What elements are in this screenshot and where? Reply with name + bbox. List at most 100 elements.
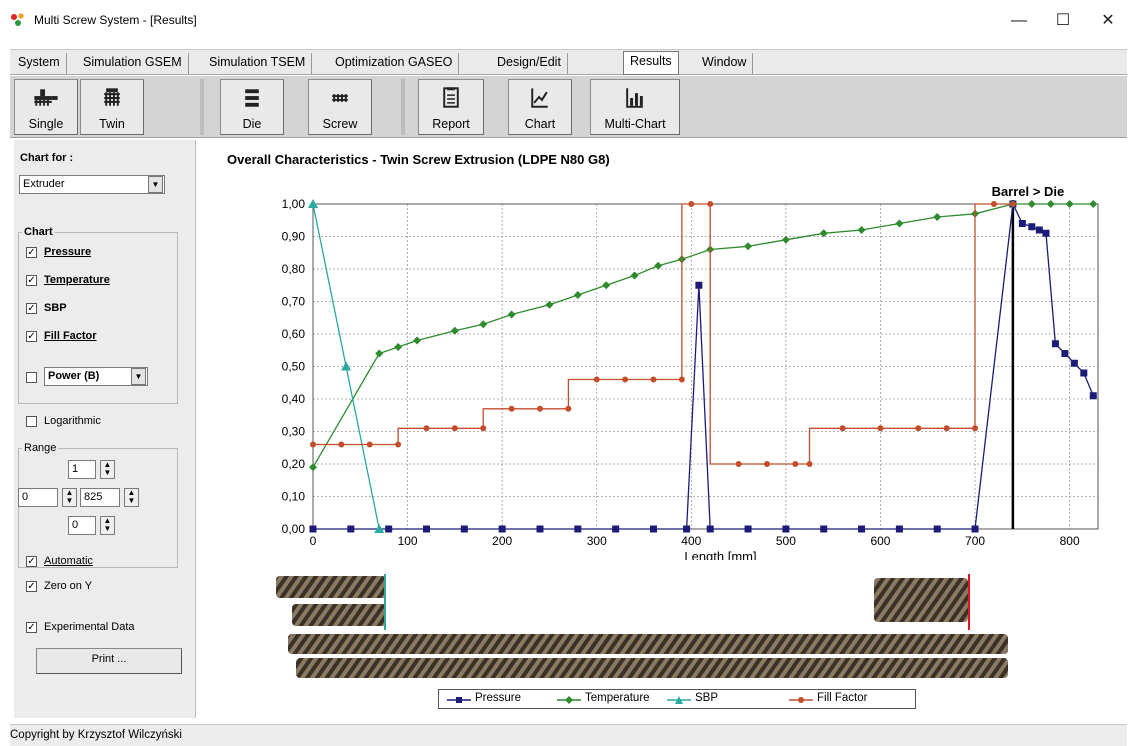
data-point-temperature [744, 242, 753, 251]
print-button[interactable]: Print ... [36, 648, 182, 674]
tab-optimization-gaseo[interactable]: Optimization GASEO [329, 53, 460, 74]
twin-screw-assembly-image [288, 634, 1008, 678]
tab-window[interactable]: Window [696, 53, 754, 74]
legend-sbp-label: SBP [695, 692, 719, 704]
y-tick-label: 0,10 [282, 490, 306, 504]
range-to-field[interactable]: 825 [80, 488, 120, 507]
y-tick-label: 0,50 [282, 360, 306, 374]
chart-for-value: Extruder [23, 178, 65, 190]
data-point-pressure [971, 525, 979, 533]
range-from-spinner[interactable]: ▲ ▼ [62, 488, 77, 507]
x-tick-label: 100 [398, 534, 418, 548]
chart-button-label: Chart [524, 117, 556, 131]
data-point-pressure [706, 525, 714, 533]
chart-button[interactable]: Chart [508, 79, 572, 135]
data-point-fill-factor [423, 425, 430, 432]
x-tick-label: 800 [1060, 534, 1080, 548]
tab-simulation-tsem[interactable]: Simulation TSEM [203, 53, 313, 74]
range-from-field[interactable]: 0 [18, 488, 58, 507]
temperature-checkbox[interactable]: ✓ [26, 275, 37, 286]
data-point-pressure [612, 525, 620, 533]
data-point-fill-factor [480, 425, 487, 432]
sbp-checkbox[interactable]: ✓ [26, 303, 37, 314]
range-field-1-spinner[interactable]: ▲ ▼ [100, 460, 115, 479]
temperature-label: Temperature [44, 274, 110, 286]
screw-button[interactable]: Screw [308, 79, 372, 135]
power-select[interactable]: Power (B) ▼ [44, 367, 148, 386]
chart-plot: 0 100 200 300 400 500 600 700 800 0,00 0,10 0,20 0,3… [282, 184, 1099, 560]
data-point-temperature [545, 300, 554, 309]
report-button[interactable]: Report [418, 79, 484, 135]
data-point-pressure [385, 525, 393, 533]
single-screw-icon [34, 89, 58, 106]
report-button-label: Report [432, 117, 470, 131]
data-point-fill-factor [310, 441, 316, 448]
fill-factor-checkbox[interactable]: ✓ [26, 331, 37, 342]
data-point-fill-factor [366, 441, 373, 448]
legend-sbp-swatch [667, 696, 691, 704]
barrel-die-annotation: Barrel > Die [992, 184, 1065, 199]
zero-on-y-label: Zero on Y [44, 580, 93, 592]
data-point-fill-factor [678, 376, 685, 383]
multi-chart-button[interactable]: Multi-Chart [590, 79, 680, 135]
chart-legend: Pressure Temperature SBP Fill Factor [438, 689, 916, 709]
screw-segment-left-image [276, 574, 386, 630]
data-point-fill-factor [839, 425, 846, 432]
multi-chart-icon [626, 88, 643, 108]
data-point-temperature [1089, 200, 1098, 208]
experimental-data-checkbox[interactable]: ✓ [26, 622, 37, 633]
copyright-text: Copyright by Krzysztof Wilczyński [10, 729, 182, 741]
data-point-temperature [1046, 200, 1055, 208]
legend-pressure-label: Pressure [475, 692, 522, 704]
die-button[interactable]: Die [220, 79, 284, 135]
die-button-label: Die [242, 117, 262, 131]
automatic-label: Automatic [44, 555, 93, 567]
chart-group-label: Chart [22, 226, 55, 238]
data-point-pressure [347, 525, 355, 533]
pressure-label: Pressure [44, 246, 92, 258]
data-point-pressure [1028, 223, 1036, 231]
range-field-1[interactable]: 1 [68, 460, 96, 479]
close-button[interactable]: ✕ [1085, 6, 1131, 36]
pressure-checkbox[interactable]: ✓ [26, 247, 37, 258]
data-point-fill-factor [943, 425, 950, 432]
data-point-pressure [1042, 229, 1050, 237]
range-to-spinner[interactable]: ▲ ▼ [124, 488, 139, 507]
data-point-temperature [479, 320, 488, 329]
twin-button[interactable]: Twin [80, 79, 144, 135]
y-tick-label: 0,00 [282, 522, 306, 536]
data-point-fill-factor [593, 376, 600, 383]
data-point-pressure [1080, 369, 1088, 377]
logarithmic-checkbox[interactable] [26, 416, 37, 427]
data-point-pressure [744, 525, 752, 533]
data-point-temperature [602, 281, 611, 290]
data-point-fill-factor [990, 201, 997, 207]
automatic-checkbox[interactable]: ✓ [26, 556, 37, 567]
tab-system[interactable]: System [12, 53, 67, 74]
menu-bar: System Simulation GSEM Simulation TSEM O… [10, 49, 1127, 75]
single-button[interactable]: Single [14, 79, 78, 135]
tab-results[interactable]: Results [623, 51, 679, 75]
chevron-down-icon[interactable]: ▼ [148, 176, 163, 193]
power-checkbox[interactable] [26, 372, 37, 383]
chevron-down-icon[interactable]: ▼ [131, 368, 146, 385]
data-point-fill-factor [877, 425, 884, 432]
die-icon [245, 89, 259, 107]
tab-design-edit[interactable]: Design/Edit [491, 53, 568, 74]
tab-simulation-gsem[interactable]: Simulation GSEM [77, 53, 189, 74]
twin-screw-icon [104, 88, 120, 106]
data-point-temperature [630, 271, 639, 280]
data-point-temperature [933, 213, 942, 221]
zero-on-y-checkbox[interactable]: ✓ [26, 581, 37, 592]
minimize-button[interactable]: — [996, 6, 1042, 36]
y-tick-label: 0,90 [282, 230, 306, 244]
maximize-button[interactable]: ☐ [1040, 6, 1086, 36]
range-field-3[interactable]: 0 [68, 516, 96, 535]
range-field-3-spinner[interactable]: ▲ ▼ [100, 516, 115, 535]
legend-temperature-swatch [557, 696, 581, 704]
data-point-fill-factor [508, 405, 515, 412]
data-point-pressure [858, 525, 866, 533]
x-tick-label: 200 [492, 534, 512, 548]
chart-for-select[interactable]: Extruder ▼ [19, 175, 165, 194]
data-point-fill-factor [451, 425, 458, 432]
